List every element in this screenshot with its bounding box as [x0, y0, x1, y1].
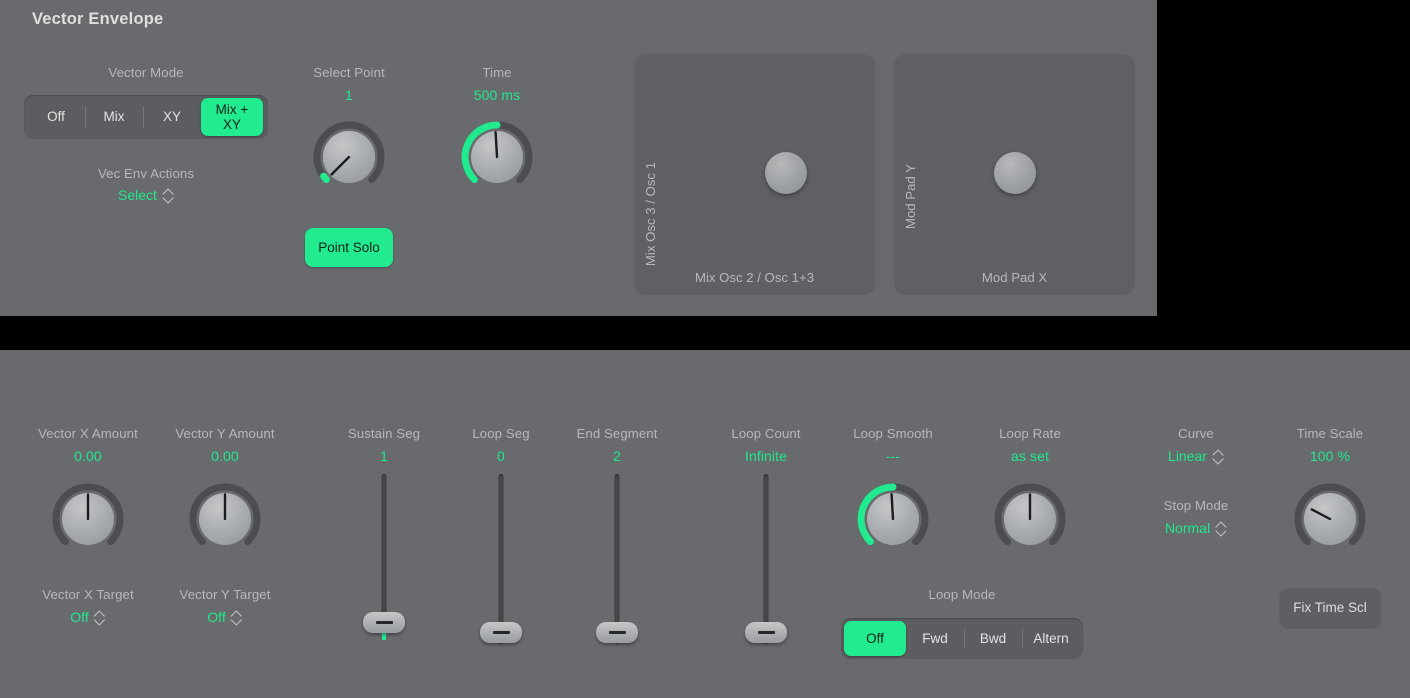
- sustain-seg-value: 1: [380, 448, 388, 464]
- loop-rate-knob[interactable]: [987, 476, 1073, 562]
- point-solo-button[interactable]: Point Solo: [305, 228, 393, 267]
- stop-mode-dropdown[interactable]: Normal: [1165, 520, 1227, 536]
- loop-mode-option-fwd[interactable]: Fwd: [906, 621, 964, 656]
- curve-dropdown[interactable]: Linear: [1168, 448, 1224, 464]
- loop-count-slider[interactable]: [745, 474, 787, 642]
- select-point-value: 1: [345, 87, 353, 103]
- mod-xy-pad[interactable]: Mod Pad Y Mod Pad X: [895, 54, 1134, 293]
- vector-mode-option-off[interactable]: Off: [27, 98, 85, 136]
- vector-x-target-value: Off: [70, 609, 88, 625]
- vector-y-amount-label: Vector Y Amount: [175, 426, 274, 441]
- loop-smooth-value: ---: [886, 448, 900, 464]
- slider-track[interactable]: [764, 474, 769, 644]
- vector-mode-segmented-control[interactable]: OffMixXYMix + XY: [24, 95, 268, 139]
- loop-smooth-knob[interactable]: [850, 476, 936, 562]
- sustain-seg-label: Sustain Seg: [348, 426, 420, 441]
- stop-mode-label: Stop Mode: [1164, 498, 1229, 513]
- vec-env-actions-value: Select: [118, 187, 157, 203]
- select-point-label: Select Point: [313, 65, 385, 80]
- sustain-seg-slider[interactable]: [363, 474, 405, 642]
- vec-env-actions-dropdown[interactable]: Select: [118, 187, 174, 203]
- slider-track[interactable]: [499, 474, 504, 644]
- end-segment-label: End Segment: [576, 426, 657, 441]
- vector-mode-option-mix-xy[interactable]: Mix + XY: [201, 98, 263, 136]
- vector-y-amount-value: 0.00: [211, 448, 239, 464]
- vector-mode-label: Vector Mode: [108, 65, 183, 80]
- time-label: Time: [482, 65, 511, 80]
- mix-pad-x-label: Mix Osc 2 / Osc 1+3: [635, 270, 874, 285]
- curve-value: Linear: [1168, 448, 1207, 464]
- time-scale-label: Time Scale: [1297, 426, 1363, 441]
- loop-smooth-label: Loop Smooth: [853, 426, 933, 441]
- chevron-updown-icon: [1213, 449, 1224, 464]
- loop-rate-value: as set: [1011, 448, 1049, 464]
- vector-x-amount-value: 0.00: [74, 448, 102, 464]
- chevron-updown-icon: [163, 188, 174, 203]
- page-title: Vector Envelope: [32, 10, 163, 29]
- loop-seg-slider[interactable]: [480, 474, 522, 642]
- loop-count-label: Loop Count: [731, 426, 800, 441]
- loop-mode-option-off[interactable]: Off: [844, 621, 906, 656]
- vector-mode-option-xy[interactable]: XY: [143, 98, 201, 136]
- vector-x-target-label: Vector X Target: [42, 587, 133, 602]
- slider-thumb[interactable]: [480, 622, 522, 643]
- chevron-updown-icon: [95, 610, 106, 625]
- slider-track[interactable]: [615, 474, 620, 644]
- vector-envelope-bottom-panel: Vector X Amount 0.00 Vector X Target Off…: [0, 350, 1410, 698]
- vector-x-amount-knob[interactable]: [45, 476, 131, 562]
- end-segment-slider[interactable]: [596, 474, 638, 642]
- stop-mode-value: Normal: [1165, 520, 1210, 536]
- loop-mode-segmented-control[interactable]: OffFwdBwdAltern: [841, 618, 1083, 659]
- time-scale-knob[interactable]: [1287, 476, 1373, 562]
- vector-envelope-top-panel: Vector Envelope Vector Mode OffMixXYMix …: [0, 0, 1157, 316]
- loop-mode-option-altern[interactable]: Altern: [1022, 621, 1080, 656]
- loop-rate-label: Loop Rate: [999, 426, 1061, 441]
- mod-pad-y-label: Mod Pad Y: [903, 164, 918, 229]
- vector-y-target-dropdown[interactable]: Off: [207, 609, 242, 625]
- mix-pad-y-label: Mix Osc 3 / Osc 1: [643, 162, 658, 266]
- vector-y-target-value: Off: [207, 609, 225, 625]
- slider-track[interactable]: [382, 474, 387, 634]
- mix-pad-handle[interactable]: [765, 152, 807, 194]
- chevron-updown-icon: [1216, 521, 1227, 536]
- chevron-updown-icon: [232, 610, 243, 625]
- vector-mode-option-mix[interactable]: Mix: [85, 98, 143, 136]
- slider-thumb[interactable]: [596, 622, 638, 643]
- vector-x-target-dropdown[interactable]: Off: [70, 609, 105, 625]
- loop-count-value: Infinite: [745, 448, 787, 464]
- slider-thumb[interactable]: [363, 612, 405, 633]
- vector-y-amount-knob[interactable]: [182, 476, 268, 562]
- loop-mode-option-bwd[interactable]: Bwd: [964, 621, 1022, 656]
- loop-seg-value: 0: [497, 448, 505, 464]
- time-scale-value: 100 %: [1310, 448, 1350, 464]
- vec-env-actions-label: Vec Env Actions: [98, 166, 194, 181]
- time-knob[interactable]: [454, 114, 540, 200]
- vector-x-amount-label: Vector X Amount: [38, 426, 138, 441]
- loop-mode-label: Loop Mode: [929, 587, 996, 602]
- slider-thumb[interactable]: [745, 622, 787, 643]
- loop-seg-label: Loop Seg: [472, 426, 529, 441]
- mod-pad-handle[interactable]: [994, 152, 1036, 194]
- mix-xy-pad[interactable]: Mix Osc 3 / Osc 1 Mix Osc 2 / Osc 1+3: [635, 54, 874, 293]
- select-point-knob[interactable]: [306, 114, 392, 200]
- mod-pad-x-label: Mod Pad X: [895, 270, 1134, 285]
- time-value: 500 ms: [474, 87, 521, 103]
- vector-y-target-label: Vector Y Target: [180, 587, 271, 602]
- end-segment-value: 2: [613, 448, 621, 464]
- fix-time-scl-button[interactable]: Fix Time Scl: [1280, 588, 1380, 627]
- curve-label: Curve: [1178, 426, 1214, 441]
